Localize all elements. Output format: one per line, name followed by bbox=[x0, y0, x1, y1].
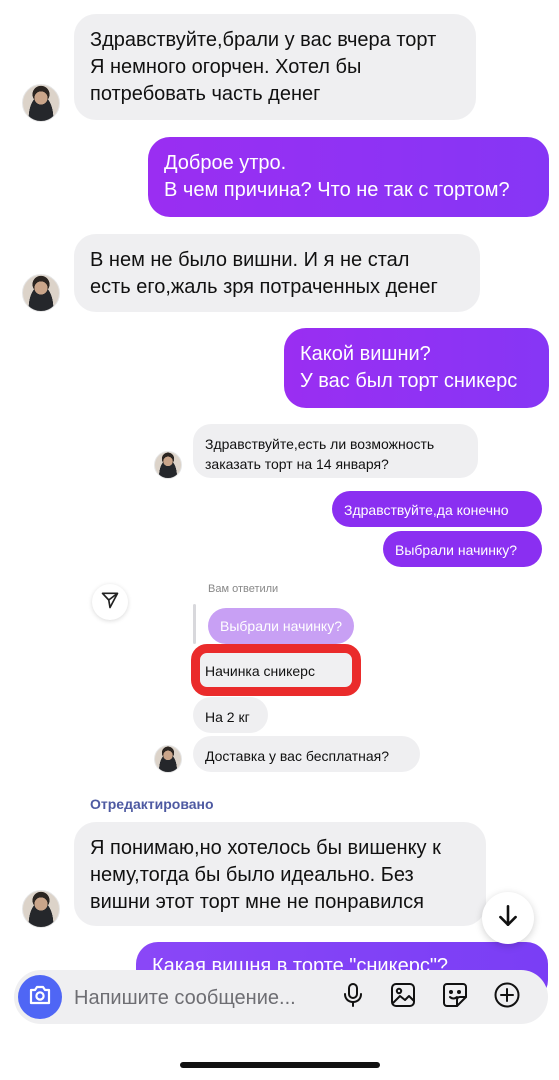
outgoing-message[interactable]: Выбрали начинку? bbox=[383, 531, 542, 567]
message-input[interactable] bbox=[74, 984, 324, 1012]
sender-avatar[interactable] bbox=[22, 274, 60, 312]
camera-icon bbox=[28, 984, 52, 1011]
sticker-icon bbox=[441, 981, 469, 1014]
incoming-message[interactable]: Здравствуйте,брали у вас вчера торт Я не… bbox=[74, 14, 476, 120]
chat-thread[interactable]: Здравствуйте,брали у вас вчера торт Я не… bbox=[0, 0, 559, 1080]
reply-indicator-line bbox=[193, 604, 196, 644]
incoming-message-highlighted[interactable]: Начинка сникерс bbox=[193, 651, 353, 689]
send-arrow-icon bbox=[100, 590, 120, 615]
edited-label: Отредактировано bbox=[90, 796, 214, 812]
more-button[interactable] bbox=[492, 982, 522, 1012]
sticker-button[interactable] bbox=[440, 982, 470, 1012]
camera-button[interactable] bbox=[18, 975, 62, 1019]
gallery-button[interactable] bbox=[388, 982, 418, 1012]
plus-circle-icon bbox=[493, 981, 521, 1014]
home-indicator bbox=[180, 1062, 380, 1068]
sender-avatar[interactable] bbox=[22, 84, 60, 122]
share-button[interactable] bbox=[92, 584, 128, 620]
reply-quoted-message[interactable]: Выбрали начинку? bbox=[208, 608, 354, 644]
incoming-message[interactable]: На 2 кг bbox=[193, 697, 268, 733]
outgoing-message[interactable]: Доброе утро. В чем причина? Что не так с… bbox=[148, 137, 549, 217]
incoming-message[interactable]: Доставка у вас бесплатная? bbox=[193, 736, 420, 772]
microphone-icon bbox=[342, 982, 364, 1013]
outgoing-message[interactable]: Здравствуйте,да конечно bbox=[332, 491, 542, 527]
outgoing-message[interactable]: Какой вишни? У вас был торт сникерс bbox=[284, 328, 549, 408]
sender-avatar[interactable] bbox=[22, 890, 60, 928]
image-icon bbox=[389, 981, 417, 1014]
arrow-down-icon bbox=[495, 903, 521, 934]
incoming-message[interactable]: Здравствуйте,есть ли возможность заказат… bbox=[193, 424, 478, 478]
reply-label: Вам ответили bbox=[208, 583, 279, 595]
microphone-button[interactable] bbox=[338, 982, 368, 1012]
incoming-message[interactable]: Я понимаю,но хотелось бы вишенку к нему,… bbox=[74, 822, 486, 926]
sender-avatar[interactable] bbox=[154, 745, 182, 773]
scroll-down-button[interactable] bbox=[482, 892, 534, 944]
sender-avatar[interactable] bbox=[154, 451, 182, 479]
incoming-message[interactable]: В нем не было вишни. И я не стал есть ег… bbox=[74, 234, 480, 312]
